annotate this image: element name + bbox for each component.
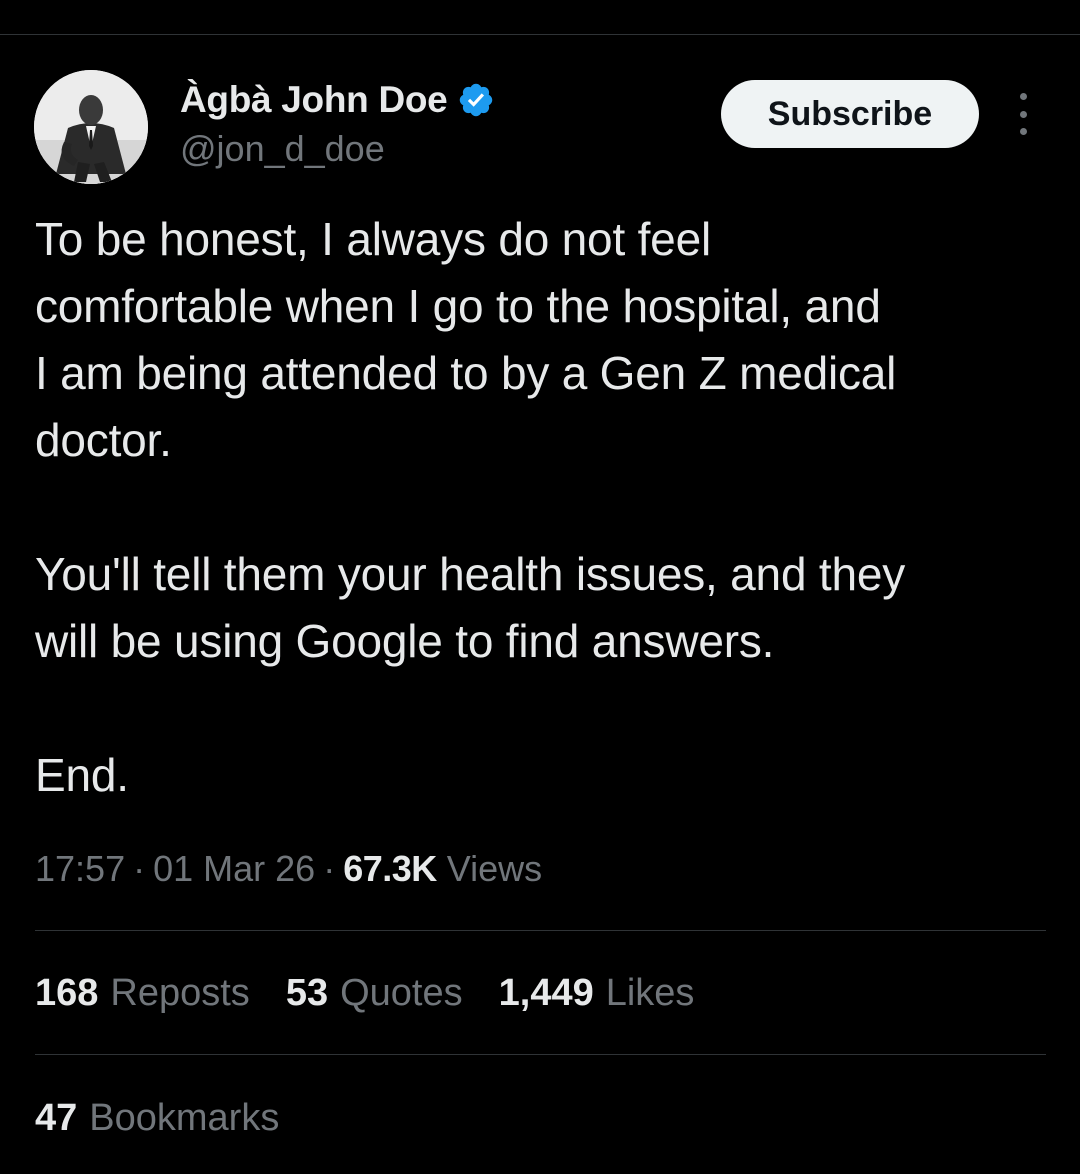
top-divider: [0, 34, 1080, 35]
tweet-meta: 17:57 · 01 Mar 26 · 67.3K Views: [35, 848, 542, 890]
bookmarks-count: 47: [35, 1097, 78, 1139]
reposts-count: 168: [35, 972, 99, 1014]
bookmarks-stat[interactable]: 47 Bookmarks: [35, 1097, 279, 1140]
tweet-time[interactable]: 17:57: [35, 848, 125, 890]
avatar[interactable]: [34, 70, 148, 184]
divider: [35, 930, 1046, 931]
avatar-photo: [34, 70, 148, 184]
tweet-paragraph: You'll tell them your health issues, and…: [35, 548, 906, 667]
tweet-text: To be honest, I always do not feel comfo…: [35, 206, 1055, 809]
more-vertical-icon[interactable]: [1006, 93, 1040, 135]
quotes-count: 53: [285, 972, 329, 1014]
quotes-label: Quotes: [340, 972, 463, 1014]
engagement-stats: 168 Reposts 53 Quotes 1,449 Likes: [35, 972, 730, 1015]
reposts-label: Reposts: [110, 972, 250, 1014]
meta-separator: ·: [323, 848, 336, 889]
views-label: Views: [446, 848, 543, 889]
tweet-date[interactable]: 01 Mar 26: [153, 848, 315, 890]
likes-stat[interactable]: 1,449 Likes: [499, 972, 695, 1015]
subscribe-button[interactable]: Subscribe: [721, 80, 979, 148]
bookmarks-label: Bookmarks: [89, 1097, 280, 1139]
more-dot: [1019, 93, 1027, 100]
author-display-name[interactable]: Àgbà John Doe: [180, 79, 448, 121]
views-count: 67.3K: [343, 848, 437, 889]
meta-separator: ·: [133, 848, 146, 889]
author-handle[interactable]: @jon_d_doe: [180, 128, 385, 170]
more-dot: [1019, 110, 1027, 118]
tweet-paragraph: End.: [35, 749, 129, 801]
author-name-row[interactable]: Àgbà John Doe: [180, 78, 495, 122]
more-dot: [1019, 128, 1027, 135]
quotes-stat[interactable]: 53 Quotes: [286, 972, 463, 1015]
bookmarks-stat-inner: 47 Bookmarks: [35, 1097, 279, 1140]
reposts-stat[interactable]: 168 Reposts: [35, 972, 250, 1015]
divider: [35, 1054, 1046, 1055]
verified-badge-icon[interactable]: [457, 81, 495, 119]
tweet-paragraph: To be honest, I always do not feel comfo…: [35, 213, 897, 466]
likes-label: Likes: [605, 972, 695, 1014]
likes-count: 1,449: [498, 972, 594, 1014]
